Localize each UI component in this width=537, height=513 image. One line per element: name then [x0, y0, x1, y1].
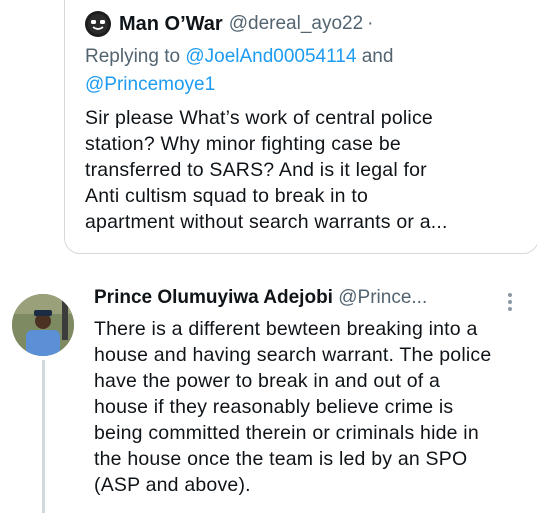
- avatar[interactable]: [12, 294, 74, 356]
- mention-link-2[interactable]: @Princemoye1: [85, 74, 215, 95]
- quoted-tweet-header: Man O’War @dereal_ayo22 ·: [85, 11, 374, 37]
- reply-author-handle[interactable]: @Prince...: [338, 287, 427, 308]
- mention-link-1[interactable]: @JoelAnd00054114: [185, 46, 356, 67]
- more-vertical-icon[interactable]: [505, 290, 515, 314]
- quoted-tweet-card[interactable]: Man O’War @dereal_ayo22 · Replying to @J…: [64, 0, 537, 254]
- quoted-author-name[interactable]: Man O’War: [119, 13, 223, 36]
- reply-tweet-header: Prince Olumuyiwa Adejobi @Prince...: [94, 287, 427, 309]
- quoted-author-handle[interactable]: @dereal_ayo22: [229, 13, 363, 35]
- emoji-face-icon[interactable]: [85, 11, 111, 37]
- replying-to-label: Replying to: [85, 46, 186, 67]
- and-word: and: [356, 46, 394, 67]
- thread-line: [42, 360, 45, 513]
- quoted-tweet-text: Sir please What’s work of central police…: [85, 107, 448, 233]
- reply-author-name[interactable]: Prince Olumuyiwa Adejobi: [94, 287, 333, 308]
- reply-tweet-text: There is a different bewteen breaking in…: [94, 318, 492, 496]
- replying-to-line: Replying to @JoelAnd00054114 and @Prince…: [85, 43, 393, 99]
- separator-dot: ·: [367, 13, 374, 34]
